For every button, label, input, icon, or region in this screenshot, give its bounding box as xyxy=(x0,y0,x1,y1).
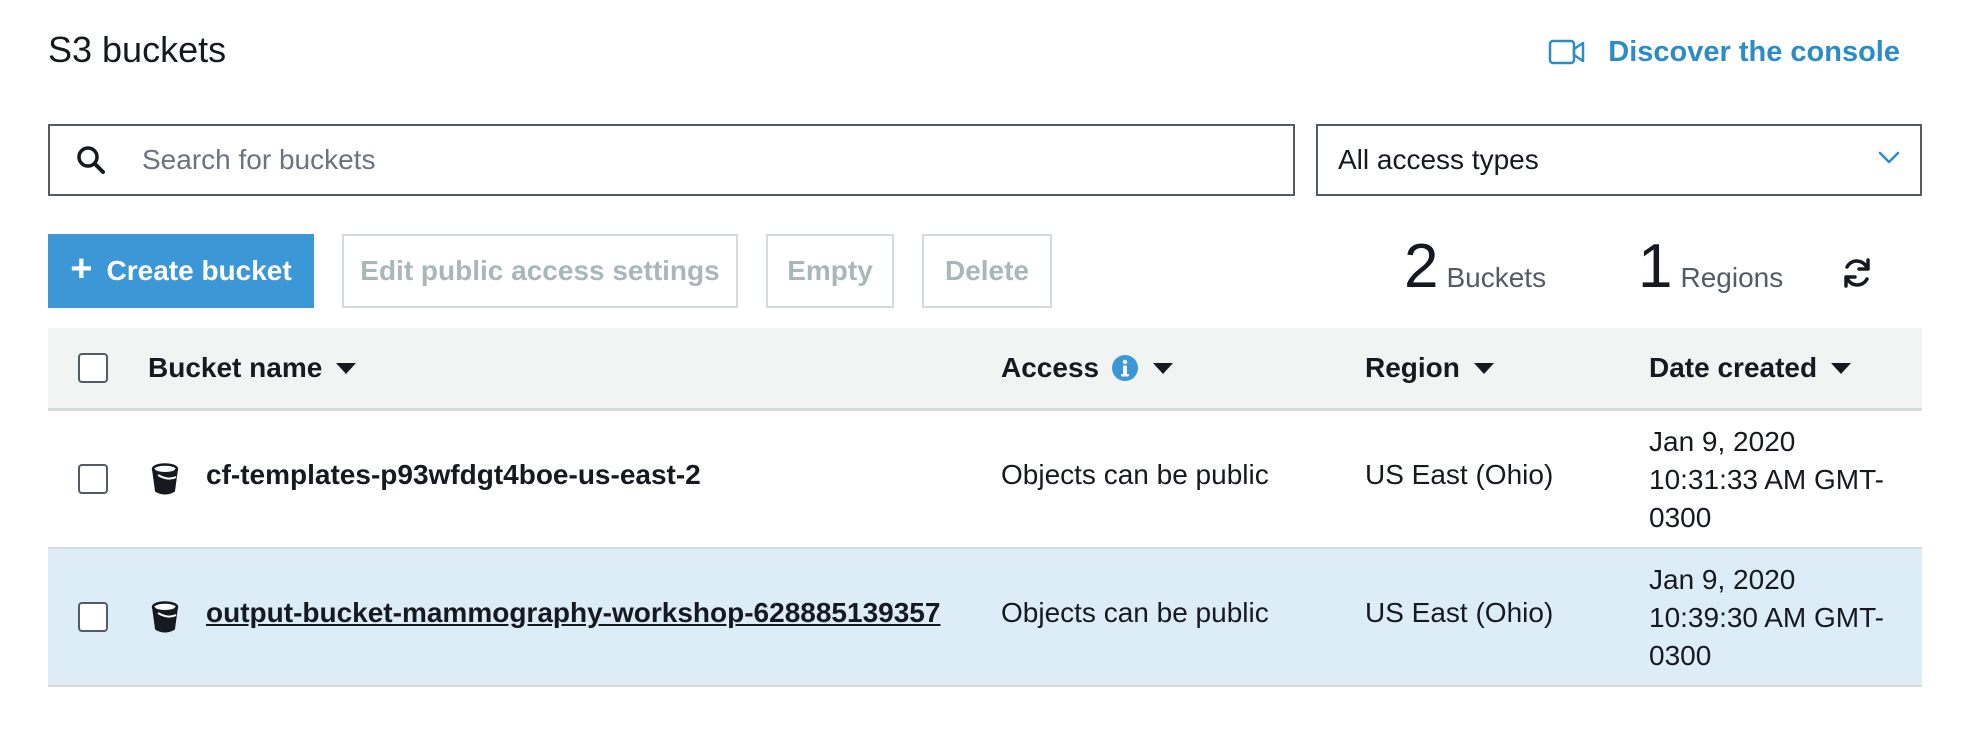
column-access-label: Access xyxy=(1001,352,1100,383)
edit-public-access-button[interactable]: Edit public access settings xyxy=(342,234,738,308)
bucket-region: US East (Ohio) xyxy=(1365,459,1554,490)
regions-count-label: Regions xyxy=(1680,262,1784,293)
regions-count-number: 1 xyxy=(1638,232,1673,301)
row-checkbox[interactable] xyxy=(78,464,108,494)
bucket-date-created: Jan 9, 2020 10:31:33 AM GMT- 0300 xyxy=(1649,423,1899,537)
date-line: Jan 9, 2020 xyxy=(1649,564,1796,595)
bucket-name-link[interactable]: output-bucket-mammography-workshop-62888… xyxy=(206,597,940,629)
select-all-checkbox[interactable] xyxy=(78,353,108,383)
bucket-toolbar: + Create bucket Edit public access setti… xyxy=(48,234,1922,308)
table-header: Bucket name Access Region Date created xyxy=(48,328,1922,411)
sort-caret-icon xyxy=(1473,362,1494,374)
column-date-created-label: Date created xyxy=(1649,352,1818,383)
sort-caret-icon xyxy=(1831,362,1852,374)
column-access[interactable]: Access xyxy=(1001,328,1174,408)
discover-console-link[interactable]: Discover the console xyxy=(1548,28,1900,76)
buckets-count: 2 Buckets xyxy=(1404,236,1546,298)
column-date-created[interactable]: Date created xyxy=(1649,328,1852,408)
column-bucket-name[interactable]: Bucket name xyxy=(148,328,357,408)
create-bucket-button[interactable]: + Create bucket xyxy=(48,234,314,308)
bucket-access: Objects can be public xyxy=(1001,597,1269,628)
date-line: 0300 xyxy=(1649,502,1712,533)
sort-caret-icon xyxy=(336,362,357,374)
plus-icon: + xyxy=(70,248,93,290)
page-title: S3 buckets xyxy=(48,29,227,70)
buckets-count-label: Buckets xyxy=(1446,262,1547,293)
video-camera-icon xyxy=(1548,37,1586,67)
table-row[interactable]: cf-templates-p93wfdgt4boe-us-east-2 Obje… xyxy=(48,411,1922,549)
bucket-icon xyxy=(150,601,180,633)
page-header: S3 buckets Discover the console xyxy=(48,26,1922,78)
bucket-date-created: Jan 9, 2020 10:39:30 AM GMT- 0300 xyxy=(1649,561,1899,675)
search-input[interactable] xyxy=(142,130,1293,190)
date-line: Jan 9, 2020 xyxy=(1649,426,1796,457)
column-region-label: Region xyxy=(1365,352,1460,383)
buckets-count-number: 2 xyxy=(1404,232,1439,301)
bucket-access: Objects can be public xyxy=(1001,459,1269,490)
row-checkbox[interactable] xyxy=(78,602,108,632)
date-line: 0300 xyxy=(1649,640,1712,671)
empty-button[interactable]: Empty xyxy=(766,234,894,308)
delete-button[interactable]: Delete xyxy=(922,234,1052,308)
date-line: 10:31:33 AM GMT- xyxy=(1649,464,1884,495)
date-line: 10:39:30 AM GMT- xyxy=(1649,602,1884,633)
regions-count: 1 Regions xyxy=(1638,236,1783,298)
sort-caret-icon xyxy=(1153,362,1174,374)
bucket-name-link[interactable]: cf-templates-p93wfdgt4boe-us-east-2 xyxy=(206,459,701,491)
search-icon xyxy=(76,145,106,175)
bucket-icon xyxy=(150,463,180,495)
column-region[interactable]: Region xyxy=(1365,328,1494,408)
discover-console-label: Discover the console xyxy=(1608,35,1900,68)
table-row[interactable]: output-bucket-mammography-workshop-62888… xyxy=(48,549,1922,687)
bucket-region: US East (Ohio) xyxy=(1365,597,1554,628)
column-bucket-name-label: Bucket name xyxy=(148,352,323,383)
access-type-selected: All access types xyxy=(1338,144,1539,175)
buckets-table: Bucket name Access Region Date created c… xyxy=(48,328,1922,687)
chevron-down-icon xyxy=(1878,151,1900,170)
info-icon[interactable] xyxy=(1111,354,1139,382)
refresh-icon[interactable] xyxy=(1840,256,1874,290)
create-bucket-label: Create bucket xyxy=(106,255,292,286)
search-box[interactable] xyxy=(48,124,1295,196)
access-type-select[interactable]: All access types xyxy=(1316,124,1922,196)
